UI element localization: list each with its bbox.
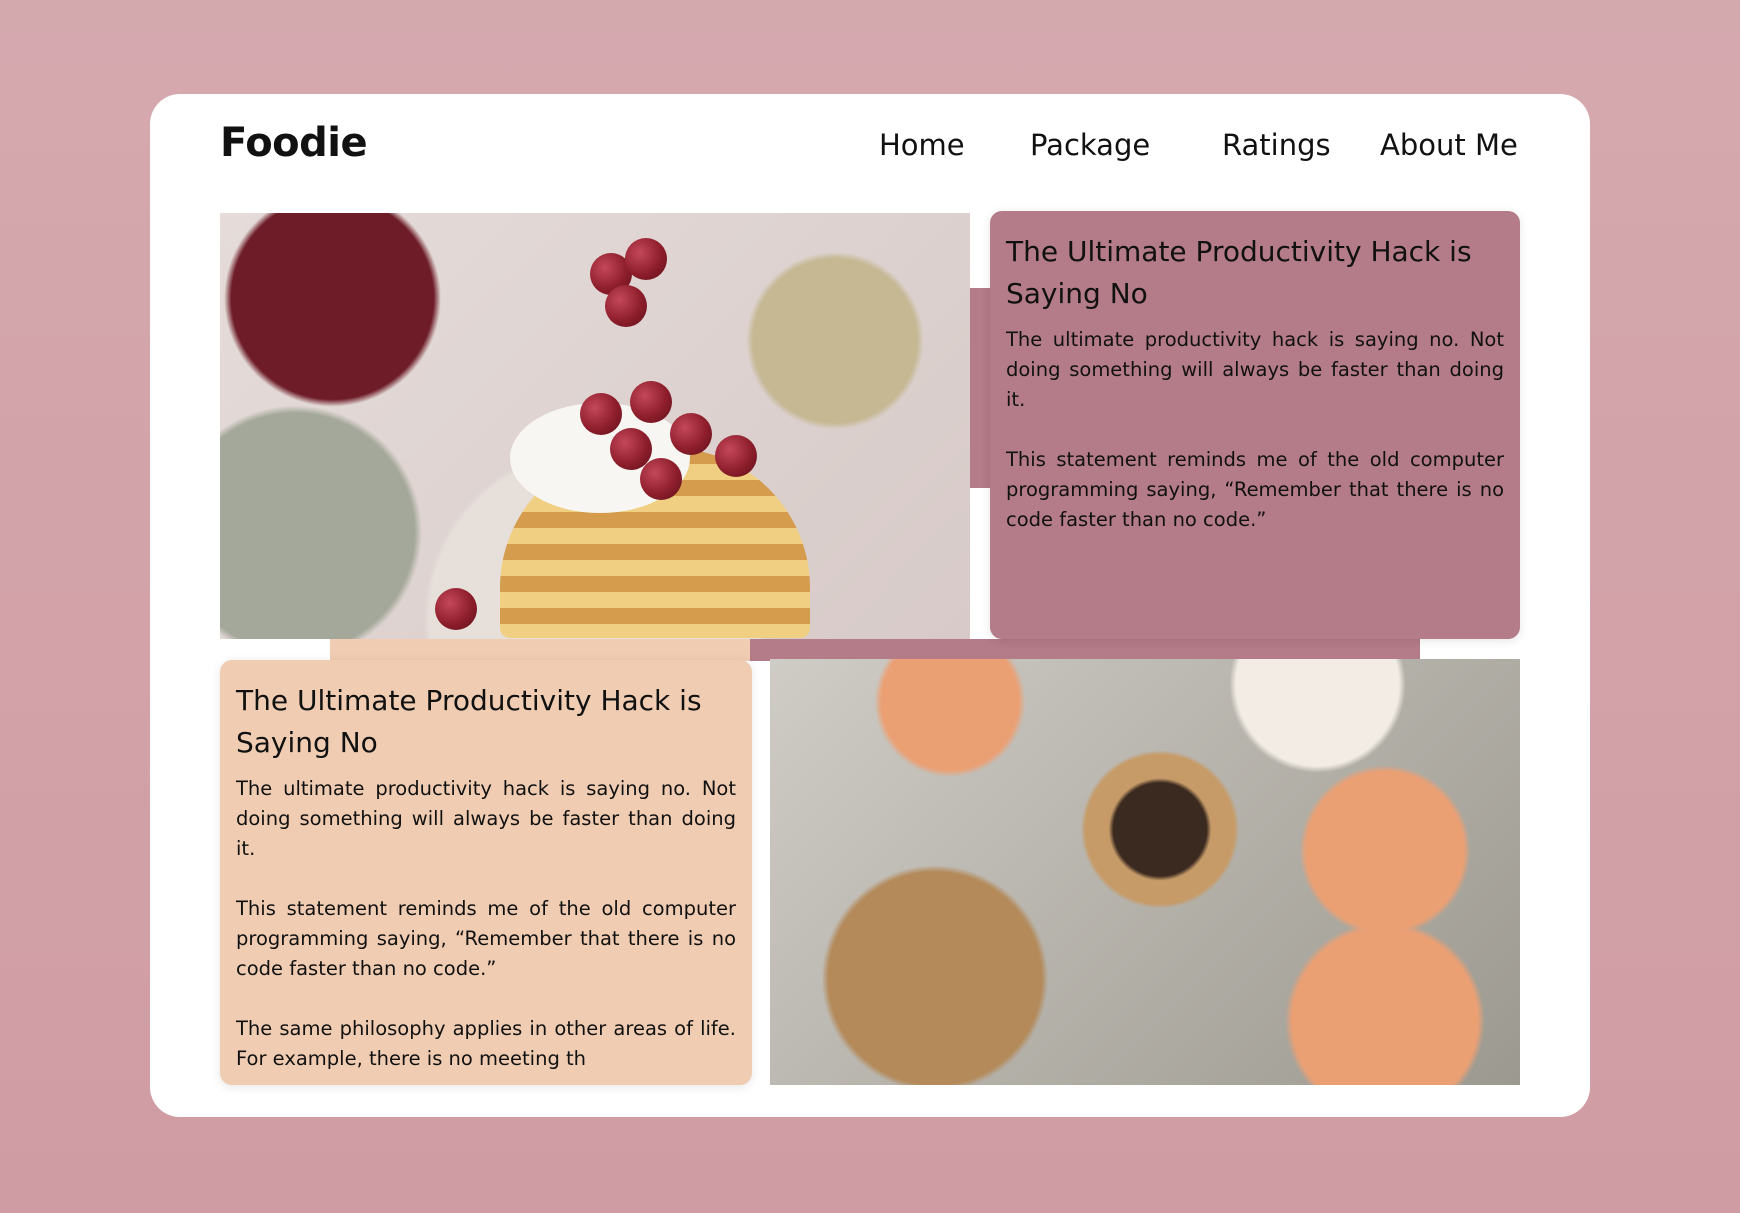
pancakes-with-cherries-photo xyxy=(220,213,970,639)
cherry xyxy=(640,458,682,500)
cherry xyxy=(715,435,757,477)
nav-ratings[interactable]: Ratings xyxy=(1222,128,1331,162)
article-body: The ultimate productivity hack is saying… xyxy=(236,774,736,1074)
article-paragraph: This statement reminds me of the old com… xyxy=(1006,448,1504,531)
article-paragraph: The ultimate productivity hack is saying… xyxy=(1006,328,1504,411)
cherry xyxy=(435,588,477,630)
cherry xyxy=(625,238,667,280)
nav-home[interactable]: Home xyxy=(879,128,965,162)
nav-package[interactable]: Package xyxy=(1030,128,1150,162)
bread-nuts-oranges-eggs-photo xyxy=(770,659,1520,1085)
section-divider-band-accent xyxy=(750,639,1420,661)
article-title: The Ultimate Productivity Hack is Saying… xyxy=(1006,235,1472,310)
main-card: Foodie Home Package Ratings About Me The… xyxy=(150,94,1590,1117)
article-body: The ultimate productivity hack is saying… xyxy=(1006,325,1504,535)
cherry xyxy=(670,413,712,455)
navigation: Home Package Ratings About Me xyxy=(150,128,1590,178)
article-panel-1: The Ultimate Productivity Hack is Saying… xyxy=(990,211,1520,639)
cherry xyxy=(630,381,672,423)
article-paragraph: The same philosophy applies in other are… xyxy=(236,1017,736,1070)
cherry xyxy=(580,393,622,435)
article-panel-2: The Ultimate Productivity Hack is Saying… xyxy=(220,660,752,1085)
article-paragraph: This statement reminds me of the old com… xyxy=(236,897,736,980)
article-title: The Ultimate Productivity Hack is Saying… xyxy=(236,684,702,759)
nav-about-me[interactable]: About Me xyxy=(1380,128,1518,162)
cherry xyxy=(605,285,647,327)
article-paragraph: The ultimate productivity hack is saying… xyxy=(236,777,736,860)
